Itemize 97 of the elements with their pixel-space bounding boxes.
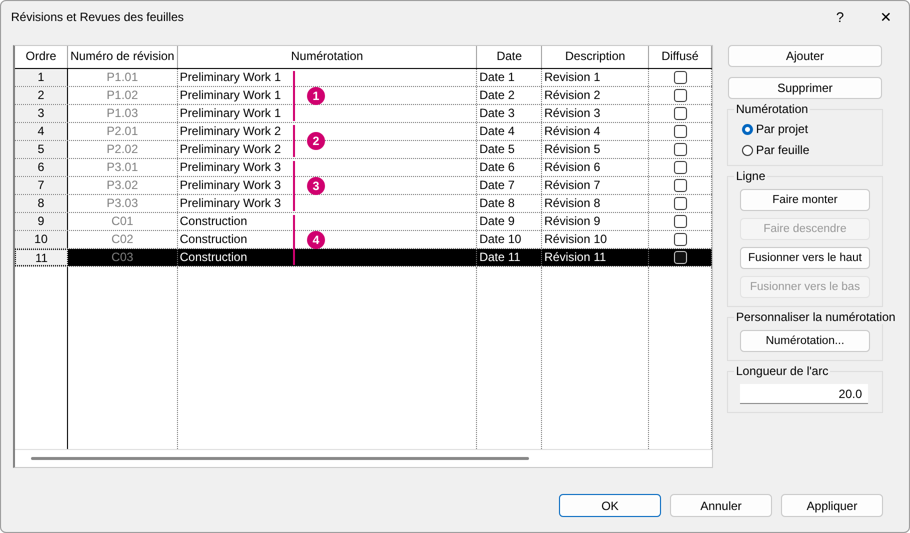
table-cell: Date 11 — [477, 249, 542, 266]
table-cell: C03 — [68, 249, 178, 266]
row-header[interactable]: 10 — [15, 231, 68, 248]
row-header[interactable]: 11 — [15, 249, 68, 266]
delete-button[interactable]: Supprimer — [728, 77, 882, 99]
table-cell: P3.03 — [68, 195, 178, 212]
help-button[interactable]: ? — [817, 1, 863, 33]
radio-icon[interactable] — [742, 144, 753, 156]
table-cell: Date 3 — [477, 105, 542, 122]
row-header[interactable]: 5 — [15, 141, 68, 158]
table-cell: Révision 9 — [542, 213, 650, 230]
number-badge: 3 — [307, 177, 325, 195]
table-cell: Date 4 — [477, 123, 542, 140]
table-cell: Révision 5 — [542, 141, 650, 158]
table-cell: C02 — [68, 231, 178, 248]
table-cell: Révision 2 — [542, 87, 650, 104]
table-cell: Construction — [178, 249, 478, 266]
row-header[interactable]: 9 — [15, 213, 68, 230]
bracket-line — [293, 125, 295, 157]
table-row[interactable]: 9 C01 Construction Date 9 Révision 9 — [15, 213, 712, 231]
table-cell: P2.01 — [68, 123, 178, 140]
number-badge: 4 — [307, 231, 325, 249]
group-title: Ligne — [734, 169, 768, 183]
table-row[interactable]: 1 P1.01 Preliminary Work 1 Date 1 Revision 1 — [15, 69, 712, 87]
row-action-button[interactable]: Faire monter — [740, 189, 870, 211]
table-cell: Date 5 — [477, 141, 542, 158]
column-header[interactable]: Diffusé — [649, 46, 712, 68]
row-header[interactable]: 6 — [15, 159, 68, 176]
close-button[interactable]: ✕ — [863, 1, 909, 33]
bracket-line — [293, 215, 295, 265]
table-cell: P3.02 — [68, 177, 178, 194]
bracket-line — [293, 161, 295, 211]
table-cell: Revision 1 — [542, 69, 650, 86]
checkbox[interactable] — [674, 125, 687, 138]
checkbox[interactable] — [674, 71, 687, 84]
table-cell: Révision 11 — [542, 249, 650, 266]
checkbox[interactable] — [674, 89, 687, 102]
checkbox[interactable] — [674, 161, 687, 174]
group-title: Personnaliser la numérotation — [734, 310, 898, 324]
table-cell: P2.02 — [68, 141, 178, 158]
input-field[interactable]: 20.0 — [740, 384, 868, 404]
group-title: Numérotation — [734, 102, 810, 116]
table-cell: Date 7 — [477, 177, 542, 194]
table-cell: Date 2 — [477, 87, 542, 104]
radio-option[interactable]: Par projet — [740, 122, 870, 136]
checkbox[interactable] — [674, 143, 687, 156]
checkbox[interactable] — [674, 233, 687, 246]
dialog-button[interactable]: OK — [559, 494, 661, 517]
table-cell: Date 6 — [477, 159, 542, 176]
group-title: Longueur de l'arc — [734, 364, 830, 378]
checkbox[interactable] — [674, 197, 687, 210]
number-badge: 1 — [307, 87, 325, 105]
radio-label: Par feuille — [756, 143, 810, 157]
checkbox[interactable] — [674, 215, 687, 228]
table-cell: Révision 8 — [542, 195, 650, 212]
window-title: Révisions et Revues des feuilles — [11, 10, 185, 24]
radio-label: Par projet — [756, 122, 808, 136]
row-header[interactable]: 1 — [15, 69, 68, 86]
table-row[interactable]: 3 P1.03 Preliminary Work 1 Date 3 Révision 3 — [15, 105, 712, 123]
row-header[interactable]: 8 — [15, 195, 68, 212]
table-cell: P1.01 — [68, 69, 178, 86]
column-header[interactable]: Numérotation — [178, 46, 478, 68]
table-cell: Révision 6 — [542, 159, 650, 176]
radio-icon[interactable] — [742, 124, 753, 134]
bracket-line — [293, 71, 295, 121]
numbering-button[interactable]: Numérotation... — [740, 330, 870, 352]
row-header[interactable]: 3 — [15, 105, 68, 122]
table-cell: P1.02 — [68, 87, 178, 104]
table-cell: Révision 3 — [542, 105, 650, 122]
table-cell: Révision 7 — [542, 177, 650, 194]
row-header[interactable]: 4 — [15, 123, 68, 140]
column-header[interactable]: Ordre — [15, 46, 68, 68]
column-header[interactable]: Description — [542, 46, 650, 68]
table-cell: Révision 4 — [542, 123, 650, 140]
dialog-button[interactable]: Appliquer — [781, 494, 883, 517]
table-cell: P1.03 — [68, 105, 178, 122]
row-header[interactable]: 7 — [15, 177, 68, 194]
scrollbar[interactable] — [31, 457, 529, 460]
table-cell: Date 8 — [477, 195, 542, 212]
row-action-button[interactable]: Fusionner vers le haut — [740, 247, 870, 269]
checkbox[interactable] — [674, 179, 687, 192]
table-row[interactable]: 8 P3.03 Preliminary Work 3 Date 8 Révision 8 — [15, 195, 712, 213]
add-button[interactable]: Ajouter — [728, 45, 882, 67]
table-cell: Révision 10 — [542, 231, 650, 248]
table-cell: C01 — [68, 213, 178, 230]
column-header[interactable]: Numéro de révision — [68, 46, 178, 68]
row-header[interactable]: 2 — [15, 87, 68, 104]
dialog-button[interactable]: Annuler — [670, 494, 772, 517]
checkbox[interactable] — [674, 107, 687, 120]
radio-option[interactable]: Par feuille — [740, 143, 870, 157]
table-cell: Date 9 — [477, 213, 542, 230]
table-cell: Date 10 — [477, 231, 542, 248]
table-row[interactable]: 6 P3.01 Preliminary Work 3 Date 6 Révision 6 — [15, 159, 712, 177]
table-cell: P3.01 — [68, 159, 178, 176]
table-row[interactable]: 11 C03 Construction Date 11 Révision 11 — [15, 249, 712, 267]
column-header[interactable]: Date — [477, 46, 542, 68]
table-cell: Date 1 — [477, 69, 542, 86]
